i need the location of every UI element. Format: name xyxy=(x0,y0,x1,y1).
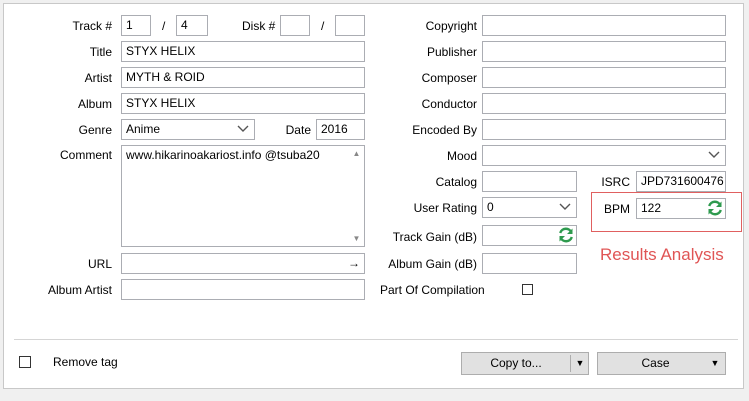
track-label: Track # xyxy=(72,19,112,33)
disk-label: Disk # xyxy=(242,19,276,33)
copy-to-button[interactable]: Copy to... ▼ xyxy=(461,352,589,375)
album-gain-field[interactable] xyxy=(482,253,577,274)
copyright-field[interactable] xyxy=(482,15,726,36)
case-label: Case xyxy=(641,356,670,370)
chevron-down-icon[interactable] xyxy=(234,121,252,138)
composer-field[interactable] xyxy=(482,67,726,88)
encoded-by-label: Encoded By xyxy=(412,123,477,137)
track-separator: / xyxy=(162,19,166,33)
date-field[interactable]: 2016 xyxy=(316,119,365,140)
track-total-field[interactable]: 4 xyxy=(176,15,208,36)
track-gain-label: Track Gain (dB) xyxy=(392,230,477,244)
publisher-label: Publisher xyxy=(426,45,477,59)
artist-field[interactable]: MYTH & ROID xyxy=(121,67,365,88)
composer-label: Composer xyxy=(421,71,477,85)
copyright-label: Copyright xyxy=(425,19,477,33)
mood-select[interactable] xyxy=(482,145,726,166)
scroll-up-icon[interactable]: ▲ xyxy=(350,147,363,160)
comment-textarea[interactable]: www.hikarinoakariost.info @tsuba20 ▲ ▼ xyxy=(121,145,365,247)
comment-label: Comment xyxy=(59,148,112,162)
user-rating-select[interactable]: 0 xyxy=(482,197,577,218)
comment-scrollbar[interactable]: ▲ ▼ xyxy=(350,147,363,245)
mood-label: Mood xyxy=(446,149,477,163)
caret-down-icon[interactable]: ▼ xyxy=(572,353,588,374)
user-rating-value: 0 xyxy=(487,200,494,214)
track-number-field[interactable]: 1 xyxy=(121,15,151,36)
refresh-icon[interactable] xyxy=(557,226,575,244)
publisher-field[interactable] xyxy=(482,41,726,62)
chevron-down-icon[interactable] xyxy=(705,147,723,164)
isrc-field[interactable]: JPD731600476 xyxy=(636,171,726,192)
case-button[interactable]: Case ▼ xyxy=(597,352,726,375)
album-gain-label: Album Gain (dB) xyxy=(388,257,477,271)
compilation-label: Part Of Compilation xyxy=(380,283,485,297)
genre-select[interactable]: Anime xyxy=(121,119,255,140)
disk-number-field[interactable] xyxy=(280,15,310,36)
conductor-field[interactable] xyxy=(482,93,726,114)
title-field[interactable]: STYX HELIX xyxy=(121,41,365,62)
catalog-field[interactable] xyxy=(482,171,577,192)
isrc-label: ISRC xyxy=(601,175,630,189)
conductor-label: Conductor xyxy=(421,97,477,111)
disk-total-field[interactable] xyxy=(335,15,365,36)
comment-text: www.hikarinoakariost.info @tsuba20 xyxy=(126,148,320,162)
footer-divider xyxy=(14,339,738,340)
genre-label: Genre xyxy=(78,123,112,137)
user-rating-label: User Rating xyxy=(413,201,477,215)
url-field[interactable]: → xyxy=(121,253,365,274)
chevron-down-icon[interactable] xyxy=(556,199,574,216)
album-field[interactable]: STYX HELIX xyxy=(121,93,365,114)
catalog-label: Catalog xyxy=(435,175,477,189)
album-artist-field[interactable] xyxy=(121,279,365,300)
remove-tag-checkbox[interactable] xyxy=(19,356,31,368)
artist-label: Artist xyxy=(84,71,112,85)
split-divider xyxy=(570,355,571,372)
date-label: Date xyxy=(285,123,311,137)
scroll-down-icon[interactable]: ▼ xyxy=(350,232,363,245)
title-label: Title xyxy=(89,45,112,59)
genre-value: Anime xyxy=(126,122,161,136)
encoded-by-field[interactable] xyxy=(482,119,726,140)
caret-down-icon: ▼ xyxy=(710,358,720,368)
arrow-right-icon[interactable]: → xyxy=(348,254,360,273)
url-label: URL xyxy=(87,257,112,271)
bpm-highlight-box xyxy=(591,192,742,232)
results-analysis-annotation: Results Analysis xyxy=(600,245,724,264)
album-artist-label: Album Artist xyxy=(47,283,112,297)
remove-tag-label: Remove tag xyxy=(53,355,118,369)
copy-to-label: Copy to... xyxy=(490,356,542,370)
album-label: Album xyxy=(77,97,112,111)
disk-separator: / xyxy=(321,19,325,33)
compilation-checkbox[interactable] xyxy=(522,284,533,295)
